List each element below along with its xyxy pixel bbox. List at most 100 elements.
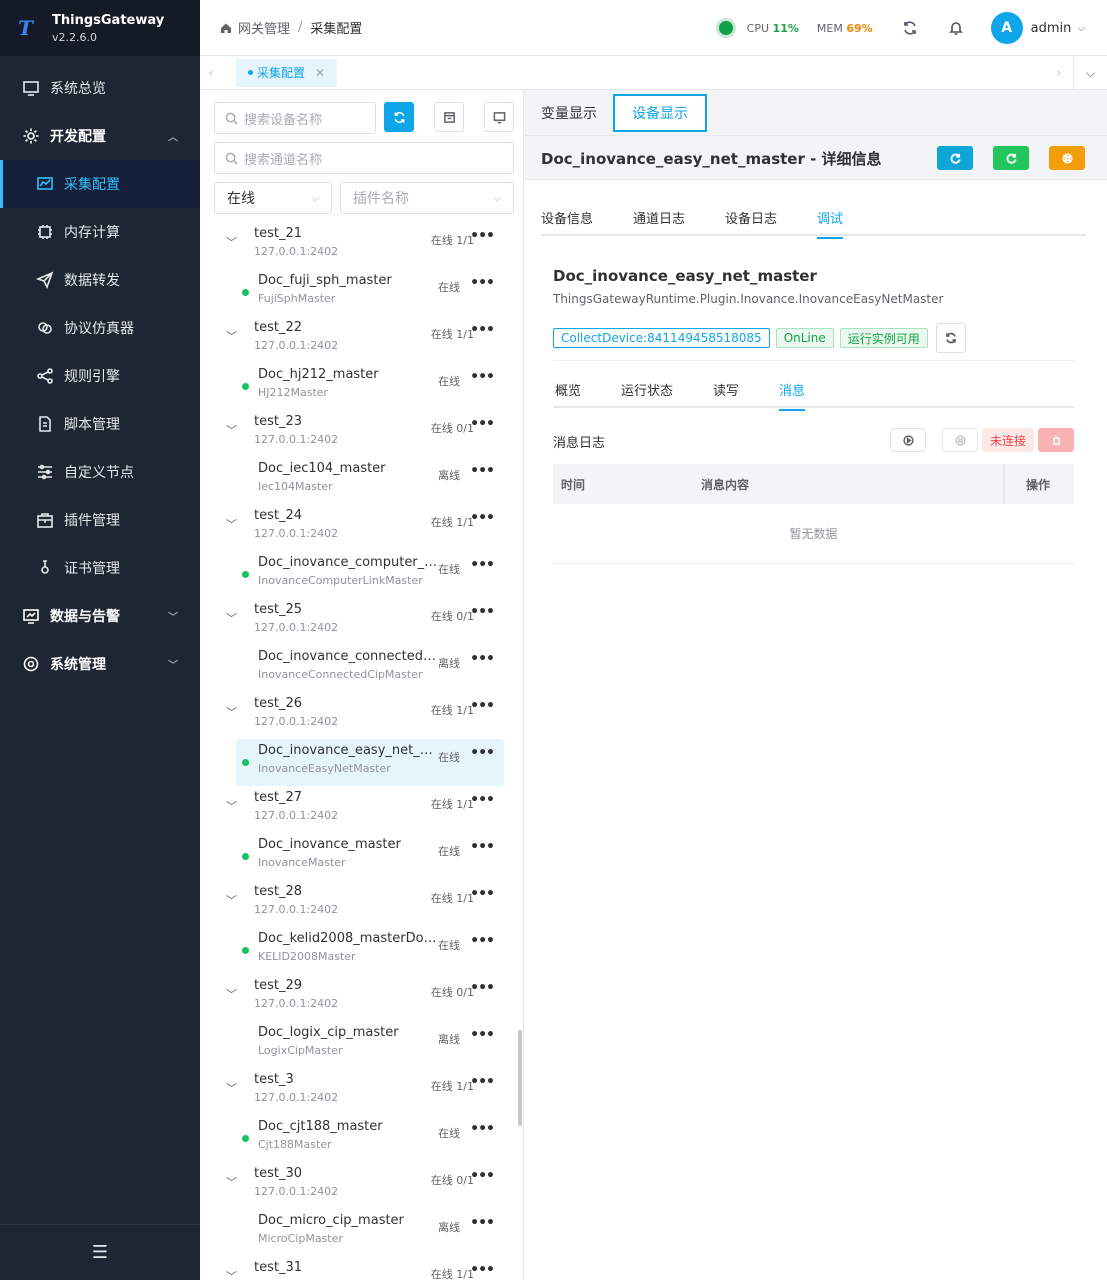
- more-icon[interactable]: •••: [470, 651, 495, 667]
- more-icon[interactable]: •••: [470, 1262, 495, 1278]
- device-node[interactable]: Doc_inovance_computer_link... InovanceCom…: [236, 551, 504, 598]
- tab-device-view[interactable]: 设备显示: [613, 94, 707, 132]
- column-resize-handle[interactable]: [1003, 464, 1005, 504]
- chevron-down-icon[interactable]: ﹀: [226, 610, 237, 626]
- sidebar-item-10[interactable]: 证书管理: [0, 544, 200, 592]
- sidebar-item-7[interactable]: 脚本管理: [0, 400, 200, 448]
- avatar[interactable]: A: [990, 12, 1023, 44]
- device-node[interactable]: Doc_inovance_connected_cip... InovanceCon…: [236, 645, 504, 692]
- home-icon[interactable]: [220, 22, 232, 34]
- channel-node[interactable]: ﹀ test_27 127.0.0.1:2402 在线 1/1 •••: [200, 786, 518, 833]
- breadcrumb-item-gateway[interactable]: 网关管理: [238, 18, 290, 37]
- more-icon[interactable]: •••: [470, 933, 495, 949]
- channel-node[interactable]: ﹀ test_30 127.0.0.1:2402 在线 0/1 •••: [200, 1162, 518, 1209]
- channel-node[interactable]: ﹀ test_29 127.0.0.1:2402 在线 0/1 •••: [200, 974, 518, 1021]
- tab-run-status[interactable]: 运行状态: [621, 380, 673, 399]
- tab-read-write[interactable]: 读写: [713, 380, 739, 399]
- device-search-input[interactable]: 搜索设备名称: [214, 102, 376, 134]
- device-node[interactable]: Doc_cjt188_master Cjt188Master 在线 •••: [236, 1115, 504, 1162]
- channel-node[interactable]: ﹀ test_28 127.0.0.1:2402 在线 1/1 •••: [200, 880, 518, 927]
- channel-node[interactable]: ﹀ test_22 127.0.0.1:2402 在线 1/1 •••: [200, 316, 518, 363]
- more-icon[interactable]: •••: [470, 322, 495, 338]
- refresh-icon[interactable]: [901, 19, 919, 37]
- chevron-down-icon[interactable]: ﹀: [226, 704, 237, 720]
- monitor-button[interactable]: [484, 102, 514, 132]
- user-name[interactable]: admin: [1031, 21, 1072, 36]
- tab-scroll-left-icon[interactable]: ‹: [200, 66, 222, 80]
- tab-messages[interactable]: 消息: [779, 380, 806, 411]
- plugin-button[interactable]: [434, 102, 464, 132]
- sidebar-item-1[interactable]: 开发配置 ︿: [0, 112, 200, 160]
- device-node[interactable]: Doc_inovance_master InovanceMaster 在线 •••: [236, 833, 504, 880]
- more-icon[interactable]: •••: [470, 275, 495, 291]
- tab-debug[interactable]: 调试: [817, 208, 844, 239]
- chevron-down-icon[interactable]: ﹀: [226, 1268, 237, 1280]
- restart-button[interactable]: [937, 146, 973, 170]
- tab-device-log[interactable]: 设备日志: [725, 208, 777, 227]
- sidebar-item-4[interactable]: 数据转发: [0, 256, 200, 304]
- channel-node[interactable]: ﹀ test_25 127.0.0.1:2402 在线 0/1 •••: [200, 598, 518, 645]
- tab-device-info[interactable]: 设备信息: [541, 208, 593, 227]
- more-icon[interactable]: •••: [470, 792, 495, 808]
- more-icon[interactable]: •••: [470, 1027, 495, 1043]
- chevron-down-icon[interactable]: ﹀: [226, 1174, 237, 1190]
- plugin-select[interactable]: 插件名称 ⌵: [340, 182, 514, 214]
- status-select[interactable]: 在线 ⌵: [214, 182, 332, 214]
- stop-log-button[interactable]: [942, 428, 978, 452]
- sidebar-item-9[interactable]: 插件管理: [0, 496, 200, 544]
- device-node[interactable]: Doc_hj212_master HJ212Master 在线 •••: [236, 363, 504, 410]
- sidebar-item-3[interactable]: 内存计算: [0, 208, 200, 256]
- tab-overview[interactable]: 概览: [555, 380, 581, 399]
- channel-node[interactable]: ﹀ test_26 127.0.0.1:2402 在线 1/1 •••: [200, 692, 518, 739]
- more-icon[interactable]: •••: [470, 604, 495, 620]
- sidebar-item-12[interactable]: 系统管理 ﹀: [0, 640, 200, 688]
- channel-search-input[interactable]: 搜索通道名称: [214, 142, 514, 174]
- chevron-down-icon[interactable]: ﹀: [226, 892, 237, 908]
- delete-log-button[interactable]: [1038, 428, 1074, 452]
- tab-scroll-right-icon[interactable]: ›: [1045, 66, 1073, 80]
- more-icon[interactable]: •••: [470, 557, 495, 573]
- collapse-menu-icon[interactable]: ☰: [0, 1224, 200, 1280]
- chevron-down-icon[interactable]: ﹀: [226, 798, 237, 814]
- device-node[interactable]: Doc_kelid2008_masterDoc_k... KELID2008Mas…: [236, 927, 504, 974]
- chevron-down-icon[interactable]: ﹀: [226, 1080, 237, 1096]
- more-icon[interactable]: •••: [470, 510, 495, 526]
- more-icon[interactable]: •••: [470, 698, 495, 714]
- channel-node[interactable]: ﹀ test_31 在线 1/1 •••: [200, 1256, 518, 1280]
- sidebar-item-8[interactable]: 自定义节点: [0, 448, 200, 496]
- tab-collect-config[interactable]: 采集配置 ✕: [236, 58, 338, 87]
- start-log-button[interactable]: [890, 428, 926, 452]
- sidebar-item-6[interactable]: 规则引擎: [0, 352, 200, 400]
- chevron-down-icon[interactable]: ⌵: [1077, 23, 1085, 34]
- device-node[interactable]: Doc_inovance_easy_net_mast... InovanceEas…: [236, 739, 504, 786]
- device-node[interactable]: Doc_micro_cip_master MicroCipMaster 离线 •••: [236, 1209, 504, 1256]
- sidebar-item-0[interactable]: 系统总览: [0, 64, 200, 112]
- device-node[interactable]: Doc_fuji_sph_master FujiSphMaster 在线 •••: [236, 269, 504, 316]
- more-icon[interactable]: •••: [470, 1168, 495, 1184]
- refresh-status-button[interactable]: [935, 323, 966, 353]
- channel-node[interactable]: ﹀ test_3 127.0.0.1:2402 在线 1/1 •••: [200, 1068, 518, 1115]
- sidebar-item-11[interactable]: 数据与告警 ﹀: [0, 592, 200, 640]
- brand[interactable]: T ThingsGateway v2.2.6.0: [0, 0, 200, 56]
- more-icon[interactable]: •••: [470, 416, 495, 432]
- chevron-down-icon[interactable]: ﹀: [226, 234, 237, 250]
- device-node[interactable]: Doc_iec104_master Iec104Master 离线 •••: [236, 457, 504, 504]
- channel-node[interactable]: ﹀ test_23 127.0.0.1:2402 在线 0/1 •••: [200, 410, 518, 457]
- more-icon[interactable]: •••: [470, 1121, 495, 1137]
- chevron-down-icon[interactable]: ﹀: [226, 516, 237, 532]
- sidebar-item-2[interactable]: 采集配置: [0, 160, 200, 208]
- more-icon[interactable]: •••: [470, 980, 495, 996]
- sidebar-item-5[interactable]: 协议仿真器: [0, 304, 200, 352]
- col-time[interactable]: 时间: [561, 476, 585, 493]
- col-content[interactable]: 消息内容: [701, 476, 749, 493]
- channel-node[interactable]: ﹀ test_21 127.0.0.1:2402 在线 1/1 •••: [200, 222, 518, 269]
- more-icon[interactable]: •••: [470, 1074, 495, 1090]
- tree-scrollbar[interactable]: [518, 1030, 522, 1126]
- bell-icon[interactable]: [947, 19, 965, 37]
- stop-button[interactable]: [1049, 146, 1085, 170]
- more-icon[interactable]: •••: [470, 228, 495, 244]
- tab-menu-chevron-icon[interactable]: ⌵: [1073, 56, 1107, 90]
- more-icon[interactable]: •••: [470, 463, 495, 479]
- refresh-tree-button[interactable]: [384, 102, 414, 132]
- tab-channel-log[interactable]: 通道日志: [633, 208, 685, 227]
